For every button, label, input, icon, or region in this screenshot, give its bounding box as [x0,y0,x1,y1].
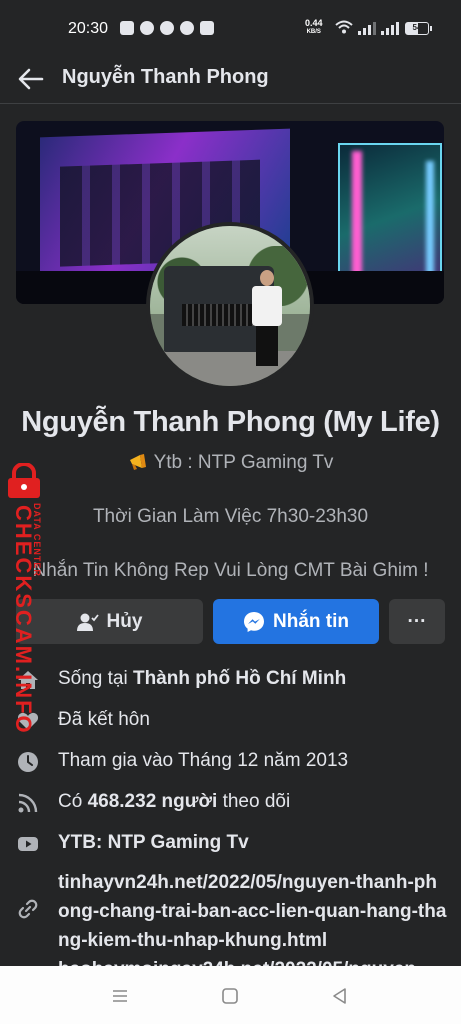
watermark-sub: DATA CENTER [32,503,42,577]
work-hours: Thời Gian Làm Việc 7h30-23h30 [92,506,369,527]
watermark: CHECKSCAM.INFO DATA CENTER [4,455,48,735]
more-button[interactable]: ··· [389,599,445,644]
back-arrow-icon[interactable] [16,64,46,94]
notification-icons [120,21,214,35]
contact-notification-icon [160,21,174,35]
link-icon [18,899,38,919]
signal-icon-2 [381,22,399,35]
bio: Ytb : NTP Gaming Tv [0,452,461,474]
contact-notification-icon-2 [180,21,194,35]
city-link[interactable]: Thành phố Hồ Chí Minh [133,668,346,689]
youtube-icon [18,837,38,851]
rss-icon [18,793,38,813]
user-check-icon [76,613,99,631]
wifi-icon [335,20,353,34]
website-link[interactable]: tinhayvn24h.net/2022/05/nguyen-thanh-pho… [58,868,448,955]
signal-icon [358,22,376,35]
top-bar: Nguyễn Thanh Phong [0,56,461,104]
lock-icon [8,463,40,498]
megaphone-icon [129,454,146,470]
joined-row: Tham gia vào Tháng 12 năm 2013 [0,748,461,778]
message-button[interactable]: Nhắn tin [213,599,379,644]
home-nav-icon[interactable] [220,986,240,1006]
battery-icon: 54 [405,22,432,35]
avatar[interactable] [146,222,314,390]
notice-text: Nhắn Tin Không Rep Vui Lòng CMT Bài Ghim… [32,560,429,581]
messenger-icon [244,611,264,632]
back-nav-icon[interactable] [330,986,350,1006]
network-speed: 0.44 KB/S [305,18,323,36]
instagram-icon [200,21,214,35]
zalo-icon [120,21,134,35]
profile-name: Nguyễn Thanh Phong (My Life) [21,406,440,438]
followers-count[interactable]: 468.232 người [88,791,218,812]
youtube-row: YTB: NTP Gaming Tv [0,830,461,860]
page-title: Nguyễn Thanh Phong [62,66,269,88]
clock-icon [18,752,38,772]
followers-row: Có 468.232 người theo dõi [0,789,461,819]
system-nav-bar [0,966,461,1024]
messenger-notification-icon [140,21,154,35]
relationship-row: Đã kết hôn [0,707,461,737]
status-bar: 20:30 0.44 KB/S 54 [0,0,461,56]
lives-in-row: Sống tại Thành phố Hồ Chí Minh [0,666,461,696]
menu-icon[interactable] [110,986,130,1006]
status-time: 20:30 [68,20,109,37]
